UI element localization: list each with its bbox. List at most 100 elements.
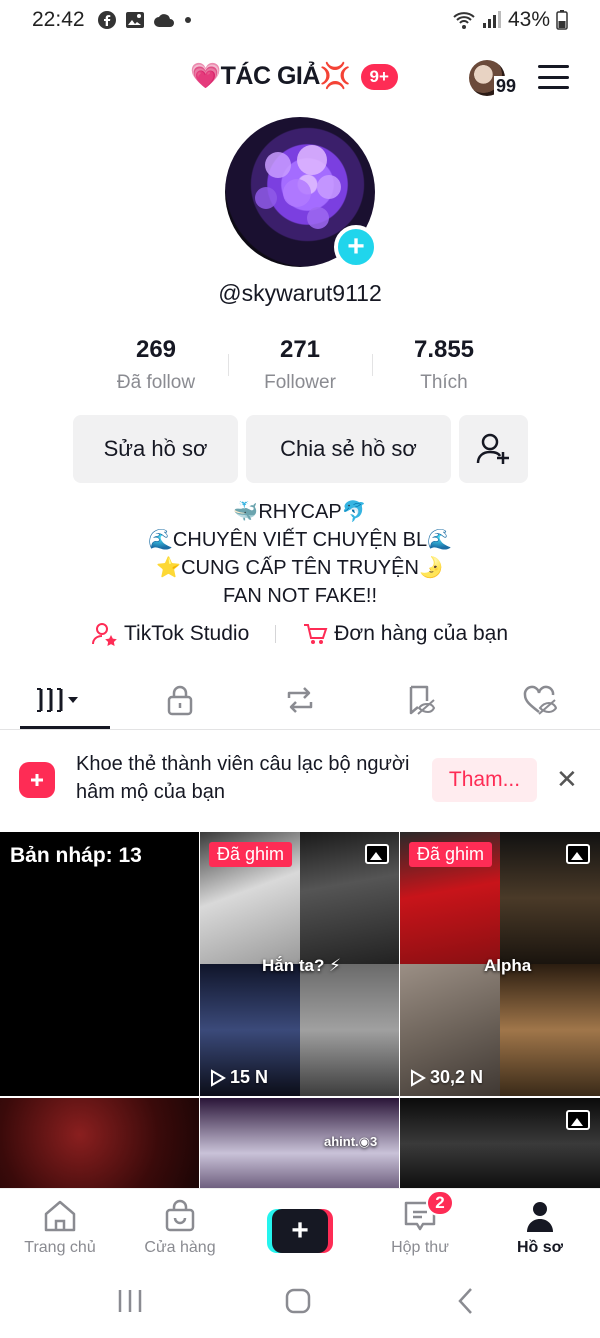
clock: 22:42 bbox=[32, 8, 85, 31]
bio-line: 🐳RHYCAP🐬 bbox=[233, 501, 367, 523]
status-bar: 22:42 43% bbox=[0, 0, 600, 40]
stat-likes[interactable]: 7.855 Thích bbox=[372, 336, 516, 394]
photo-icon bbox=[566, 844, 590, 864]
profile-header: 💗TÁC GIẢ💢 9+ 99 bbox=[0, 52, 600, 104]
orders-label: Đơn hàng của bạn bbox=[334, 622, 508, 645]
tab-private[interactable] bbox=[120, 670, 240, 729]
stat-value: 269 bbox=[135, 336, 177, 363]
view-count-value: 30,2 N bbox=[430, 1067, 484, 1087]
plus-tag-icon bbox=[31, 774, 43, 786]
stat-label: Thích bbox=[420, 372, 468, 393]
signal-icon bbox=[482, 11, 501, 28]
bookmark-hidden-icon bbox=[409, 685, 436, 715]
shop-icon bbox=[165, 1199, 195, 1232]
profile-stats: 269 Đã follow 271 Follower 7.855 Thích bbox=[84, 336, 516, 394]
nav-label: Hồ sơ bbox=[516, 1239, 564, 1256]
plus-icon: + bbox=[272, 1209, 328, 1253]
bottom-navigation: Trang chủ Cửa hàng + Hộp thư Hồ sơ bbox=[0, 1188, 600, 1268]
orders-link[interactable]: Đơn hàng của bạn bbox=[302, 622, 508, 646]
pinned-badge: Đã ghim bbox=[209, 842, 293, 867]
video-tile-1[interactable]: Đã ghim Hắn ta? ⚡ 15 N bbox=[200, 832, 399, 1096]
nav-label: Hộp thư bbox=[391, 1239, 449, 1256]
system-navigation bbox=[0, 1268, 600, 1338]
drafts-label: Bản nháp: 13 bbox=[10, 844, 142, 867]
tab-liked[interactable] bbox=[480, 670, 600, 729]
account-title: 💗TÁC GIẢ💢 bbox=[190, 62, 351, 90]
facebook-icon bbox=[97, 11, 116, 29]
recents-icon[interactable] bbox=[116, 1288, 144, 1314]
cart-icon bbox=[304, 624, 328, 644]
photo-icon bbox=[365, 844, 389, 864]
play-icon bbox=[411, 1068, 426, 1087]
notification-icons bbox=[97, 10, 193, 30]
photo-icon bbox=[566, 1110, 590, 1130]
lock-icon bbox=[167, 685, 193, 715]
username: @skywarut9112 bbox=[218, 280, 382, 306]
stat-value: 271 bbox=[279, 336, 321, 363]
nav-create[interactable]: + bbox=[240, 1189, 360, 1268]
profile-links: TikTok Studio Đơn hàng của bạn bbox=[0, 622, 600, 646]
add-user-icon bbox=[476, 433, 509, 464]
creator-icon bbox=[91, 623, 117, 646]
create-button[interactable]: + bbox=[267, 1209, 333, 1253]
drafts-tile[interactable]: Bản nháp: 13 bbox=[0, 832, 199, 1096]
close-icon[interactable]: ✕ bbox=[556, 766, 578, 792]
wifi-icon bbox=[453, 12, 475, 29]
fan-club-banner: Khoe thẻ thành viên câu lạc bộ người hâm… bbox=[0, 730, 600, 830]
stat-label: Đã follow bbox=[116, 372, 196, 393]
battery-icon bbox=[556, 10, 568, 30]
dot-icon bbox=[184, 17, 191, 23]
video-tile-3[interactable] bbox=[0, 1098, 199, 1188]
inbox-badge: 2 bbox=[426, 1190, 454, 1216]
account-switcher[interactable]: 💗TÁC GIẢ💢 9+ bbox=[190, 62, 398, 91]
nav-inbox[interactable]: Hộp thư bbox=[360, 1189, 480, 1268]
pinned-badge: Đã ghim bbox=[409, 842, 493, 867]
view-count: 15 N bbox=[210, 1067, 268, 1088]
home-button-icon[interactable] bbox=[284, 1287, 312, 1315]
back-icon[interactable] bbox=[456, 1286, 476, 1316]
share-profile-button[interactable]: Chia sẻ hồ sơ bbox=[246, 415, 451, 483]
divider bbox=[275, 625, 277, 643]
heart-hidden-icon bbox=[523, 685, 558, 715]
grid-icon bbox=[37, 687, 78, 712]
video-tile-5[interactable] bbox=[400, 1098, 600, 1188]
bio-line: 🌊CHUYÊN VIẾT CHUYỆN BL🌊 bbox=[148, 529, 452, 551]
view-count: 30,2 N bbox=[410, 1067, 483, 1088]
content-tabs bbox=[0, 670, 600, 730]
story-avatar-count: 99 bbox=[494, 76, 519, 97]
profile-icon bbox=[527, 1202, 553, 1232]
tab-reposts[interactable] bbox=[240, 670, 360, 729]
tiktok-studio-link[interactable]: TikTok Studio bbox=[91, 622, 250, 646]
add-story-button[interactable]: + bbox=[334, 225, 378, 269]
video-grid: Bản nháp: 13 Đã ghim Hắn ta? ⚡ 15 N Đã g… bbox=[0, 832, 600, 1188]
gallery-icon bbox=[125, 12, 144, 28]
notification-badge: 9+ bbox=[360, 63, 398, 90]
tiktok-studio-label: TikTok Studio bbox=[123, 622, 250, 645]
tab-favorites[interactable] bbox=[360, 670, 480, 729]
nav-profile[interactable]: Hồ sơ bbox=[480, 1189, 600, 1268]
video-tile-2[interactable]: Đã ghim Alpha 30,2 N bbox=[400, 832, 600, 1096]
join-button[interactable]: Tham... bbox=[432, 758, 537, 802]
play-icon bbox=[211, 1068, 226, 1087]
profile-actions: Sửa hồ sơ Chia sẻ hồ sơ bbox=[73, 415, 528, 483]
nav-label: Cửa hàng bbox=[144, 1239, 216, 1256]
profile-bio: 🐳RHYCAP🐬 🌊CHUYÊN VIẾT CHUYỆN BL🌊 ⭐CUNG C… bbox=[0, 498, 600, 610]
video-caption: Hắn ta? ⚡ bbox=[262, 956, 341, 975]
hamburger-menu-icon[interactable] bbox=[538, 65, 569, 89]
fan-club-text: Khoe thẻ thành viên câu lạc bộ người hâm… bbox=[76, 753, 410, 803]
video-caption: Alpha bbox=[484, 956, 532, 975]
cloud-icon bbox=[153, 14, 174, 27]
stat-followers[interactable]: 271 Follower bbox=[228, 336, 372, 394]
nav-home[interactable]: Trang chủ bbox=[0, 1189, 120, 1268]
stat-label: Follower bbox=[264, 372, 336, 393]
stat-following[interactable]: 269 Đã follow bbox=[84, 336, 228, 394]
add-friends-button[interactable] bbox=[459, 415, 528, 483]
view-count-value: 15 N bbox=[230, 1067, 269, 1087]
tab-videos[interactable] bbox=[0, 670, 120, 729]
edit-profile-button[interactable]: Sửa hồ sơ bbox=[73, 415, 238, 483]
bio-line: ⭐CUNG CẤP TÊN TRUYỆN🌛 bbox=[156, 557, 444, 579]
stat-value: 7.855 bbox=[413, 336, 475, 363]
nav-label: Trang chủ bbox=[24, 1239, 96, 1256]
video-tile-4[interactable]: ahint.◉3 bbox=[200, 1098, 399, 1188]
nav-shop[interactable]: Cửa hàng bbox=[120, 1189, 240, 1268]
